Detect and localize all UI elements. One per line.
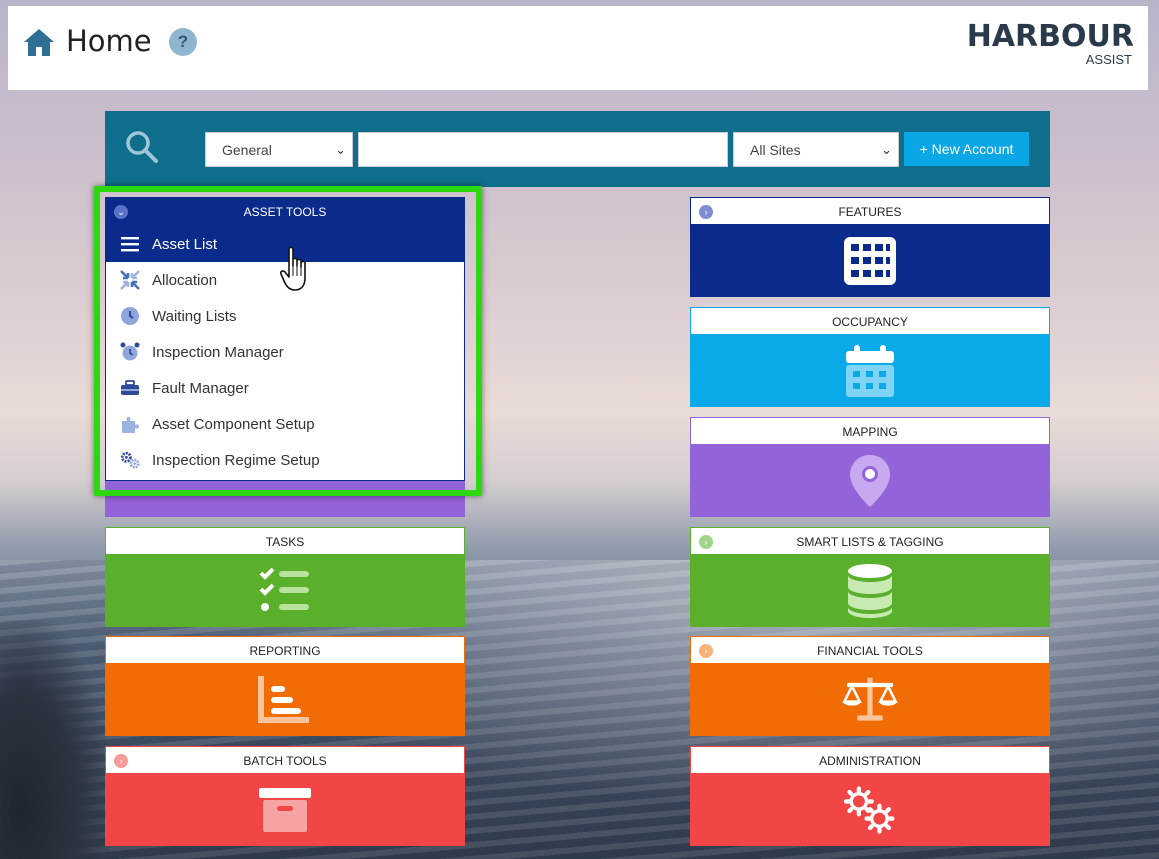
tile-tasks-body: [105, 555, 465, 627]
search-input[interactable]: [358, 132, 728, 167]
gears-icon: [843, 786, 895, 834]
tile-reporting-title: REPORTING: [105, 636, 465, 664]
sites-select-value: All Sites: [750, 142, 801, 158]
tile-occupancy-body: [690, 335, 1050, 407]
list-icon: [120, 234, 140, 254]
asset-tools-header[interactable]: ⌄ ASSET TOOLS: [106, 198, 464, 226]
tile-mapping-title: MAPPING: [690, 417, 1050, 445]
menu-item-label: Fault Manager: [152, 379, 249, 397]
alarm-clock-icon: [120, 342, 140, 362]
toolbox-icon: [120, 378, 140, 398]
help-icon[interactable]: ?: [169, 28, 197, 56]
tile-financial-tools-body: [690, 664, 1050, 736]
puzzle-icon: [120, 414, 140, 434]
tile-administration-body: [690, 774, 1050, 846]
chevron-right-icon[interactable]: ›: [699, 535, 713, 549]
menu-item-label: Inspection Regime Setup: [152, 451, 320, 469]
tile-batch-tools-title: BATCH TOOLS: [243, 754, 327, 768]
calendar-icon: [846, 345, 894, 397]
tile-features-header: › FEATURES: [690, 197, 1050, 225]
tile-smart-lists-header: › SMART LISTS & TAGGING: [690, 527, 1050, 555]
tile-features[interactable]: › FEATURES: [690, 197, 1050, 297]
menu-item-label: Asset Component Setup: [152, 415, 315, 433]
database-icon: [848, 564, 892, 618]
tile-mapping[interactable]: MAPPING: [690, 417, 1050, 517]
tile-occupancy-title: OCCUPANCY: [690, 307, 1050, 335]
menu-item-label: Waiting Lists: [152, 307, 237, 325]
chevron-right-icon[interactable]: ›: [699, 644, 713, 658]
sites-select[interactable]: All Sites ⌄: [733, 132, 899, 167]
menu-item-inspection-manager[interactable]: Inspection Manager: [106, 334, 464, 370]
tile-administration-title: ADMINISTRATION: [690, 746, 1050, 774]
tile-smart-lists-title: SMART LISTS & TAGGING: [796, 535, 944, 549]
new-account-button[interactable]: + New Account: [904, 132, 1029, 166]
clock-icon: [120, 306, 140, 326]
tile-smart-lists-body: [690, 555, 1050, 627]
chevron-down-icon: ⌄: [881, 142, 892, 157]
background-rocks: [0, 620, 110, 859]
chevron-right-icon[interactable]: ›: [699, 205, 713, 219]
menu-item-label: Allocation: [152, 271, 218, 289]
grid-icon: [844, 237, 896, 285]
menu-item-inspection-regime-setup[interactable]: Inspection Regime Setup: [106, 442, 464, 478]
search-icon[interactable]: [125, 130, 159, 164]
tile-features-body: [690, 225, 1050, 297]
harbour-logo: HARBOUR ASSIST: [964, 20, 1134, 70]
bar-chart-icon: [258, 676, 309, 723]
chevron-right-icon[interactable]: ›: [114, 754, 128, 768]
tile-financial-tools[interactable]: › FINANCIAL TOOLS: [690, 636, 1050, 736]
menu-item-label: Inspection Manager: [152, 343, 284, 361]
tile-mapping-body: [690, 445, 1050, 517]
map-pin-icon: [850, 455, 890, 507]
chevron-down-icon: ⌄: [335, 142, 346, 157]
tile-features-title: FEATURES: [838, 205, 902, 219]
menu-item-asset-component-setup[interactable]: Asset Component Setup: [106, 406, 464, 442]
asset-tools-title: ASSET TOOLS: [243, 205, 327, 219]
chevron-down-icon[interactable]: ⌄: [114, 205, 128, 219]
tile-tasks-title: TASKS: [105, 527, 465, 555]
tile-batch-tools[interactable]: › BATCH TOOLS: [105, 746, 465, 846]
tile-administration[interactable]: ADMINISTRATION: [690, 746, 1050, 846]
tile-financial-tools-header: › FINANCIAL TOOLS: [690, 636, 1050, 664]
home-icon[interactable]: [22, 26, 56, 58]
page-title: Home: [66, 24, 152, 58]
menu-item-waiting-lists[interactable]: Waiting Lists: [106, 298, 464, 334]
category-select-value: General: [222, 142, 272, 158]
logo-sub-text: ASSIST: [1085, 52, 1132, 67]
scales-icon: [842, 677, 898, 721]
tile-smart-lists[interactable]: › SMART LISTS & TAGGING: [690, 527, 1050, 627]
tile-batch-tools-body: [105, 774, 465, 846]
tile-occupancy[interactable]: OCCUPANCY: [690, 307, 1050, 407]
hand-cursor-icon: [280, 246, 306, 291]
archive-box-icon: [259, 788, 311, 832]
tile-reporting[interactable]: REPORTING: [105, 636, 465, 736]
menu-item-fault-manager[interactable]: Fault Manager: [106, 370, 464, 406]
logo-main-text: HARBOUR: [966, 19, 1134, 54]
page-header: Home ? HARBOUR ASSIST: [8, 6, 1148, 90]
checklist-icon: [259, 567, 309, 611]
asset-tools-panel: ⌄ ASSET TOOLS Asset List Allocation Wait…: [105, 197, 465, 481]
search-bar: General ⌄ All Sites ⌄ + New Account: [105, 111, 1050, 187]
category-select[interactable]: General ⌄: [205, 132, 353, 167]
arrows-in-icon: [120, 270, 140, 290]
cogs-icon: [120, 450, 140, 470]
tile-financial-tools-title: FINANCIAL TOOLS: [817, 644, 923, 658]
tile-reporting-body: [105, 664, 465, 736]
menu-item-label: Asset List: [152, 235, 218, 253]
tile-tasks[interactable]: TASKS: [105, 527, 465, 627]
tile-batch-tools-header: › BATCH TOOLS: [105, 746, 465, 774]
